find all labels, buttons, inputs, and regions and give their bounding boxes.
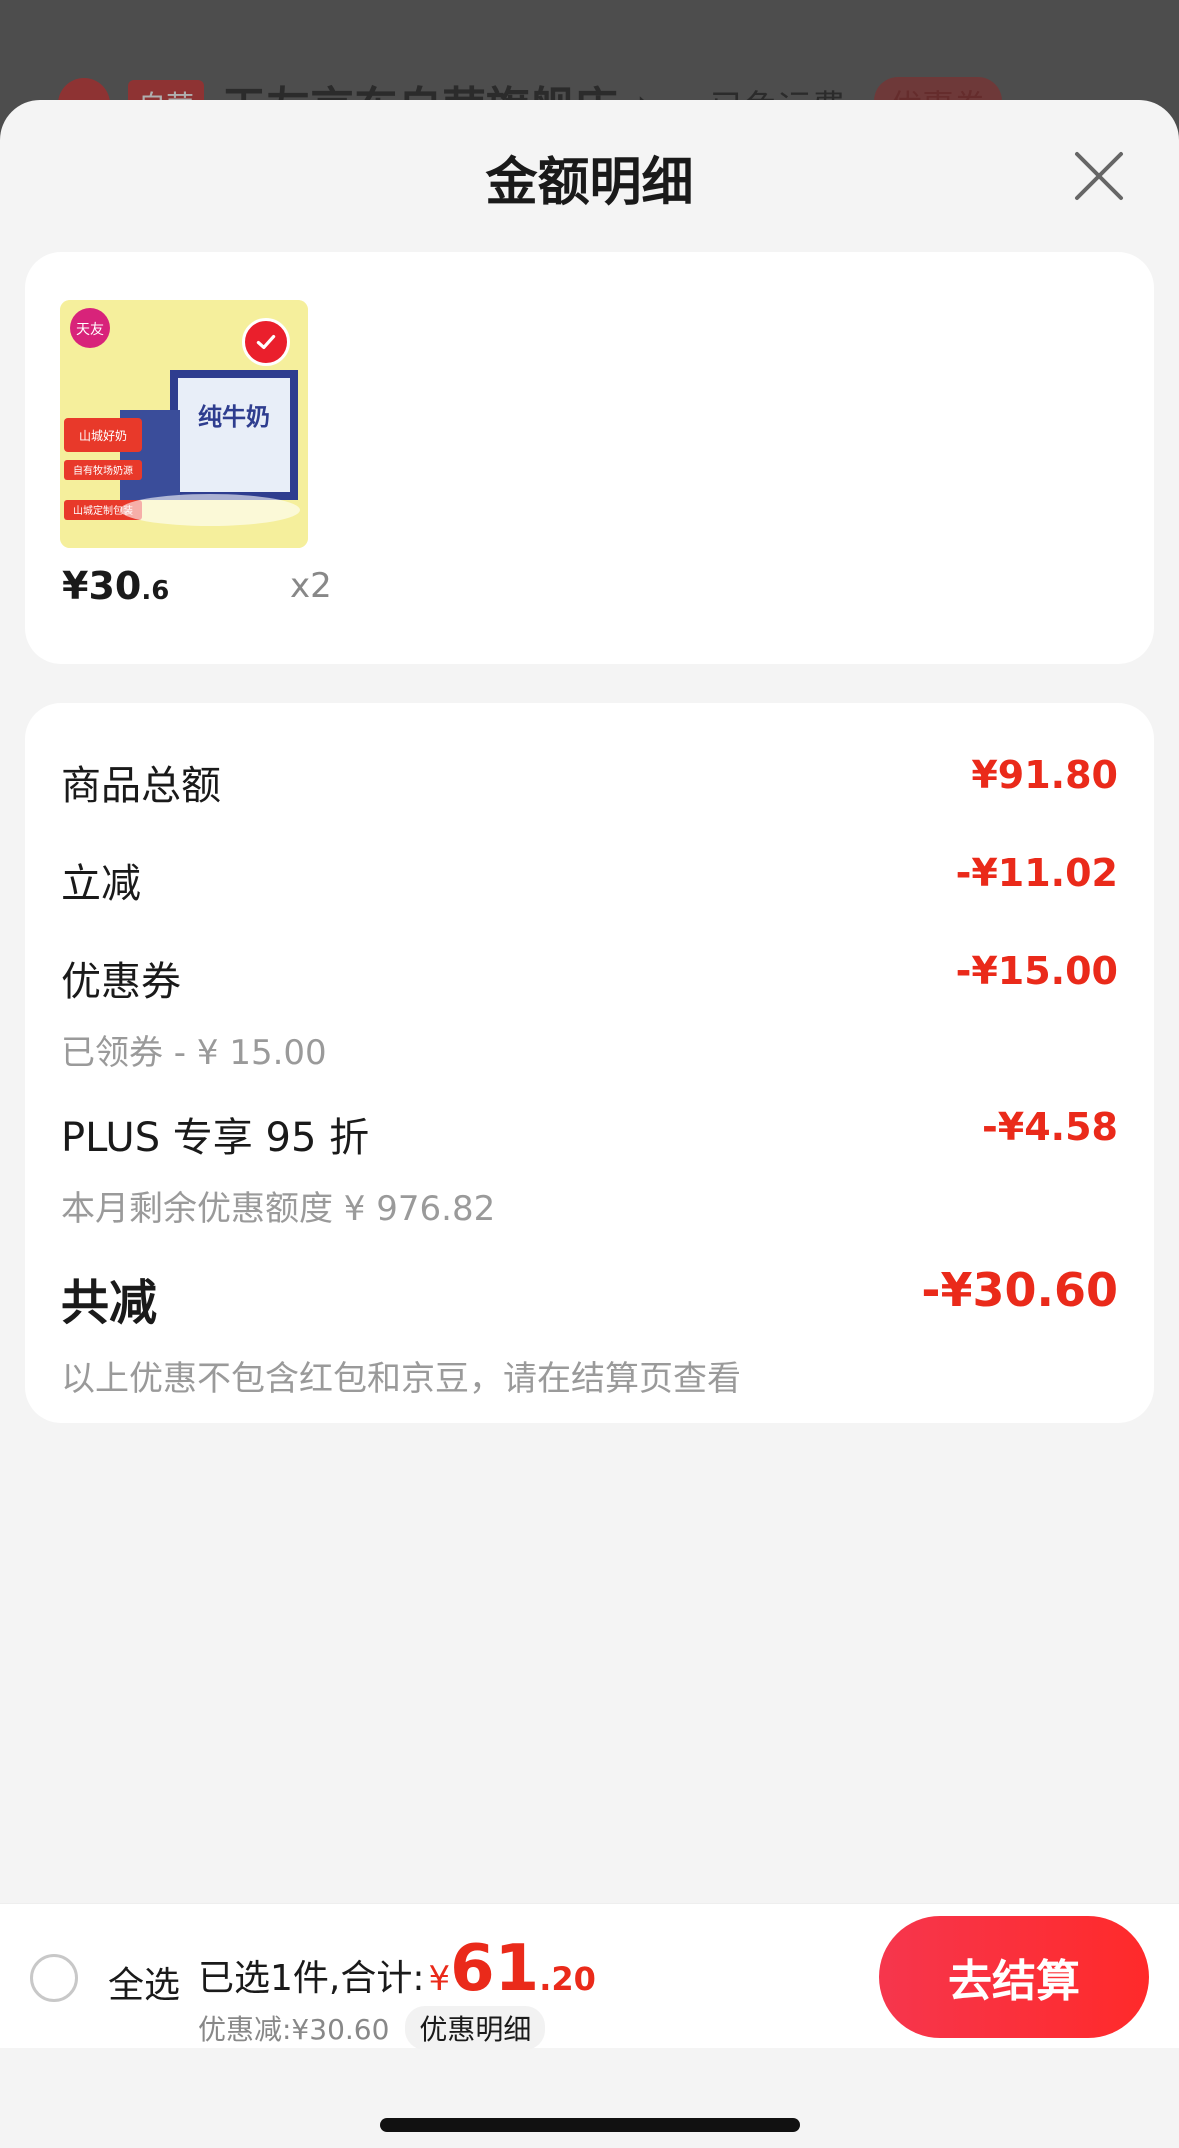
detail-row-coupon: 优惠券 -¥15.00 已领券 - ¥ 15.00 xyxy=(61,949,1118,1074)
detail-label: PLUS 专享 95 折 xyxy=(61,1115,370,1161)
detail-value: ¥91.80 xyxy=(971,753,1118,797)
product-price-dec: .6 xyxy=(141,576,170,606)
discount-text: 优惠减:¥30.60 xyxy=(198,2013,390,2046)
close-icon xyxy=(1075,152,1123,200)
checkout-button[interactable]: 去结算 xyxy=(879,1916,1149,2038)
discount-line: 优惠减:¥30.60 优惠明细 xyxy=(198,2006,546,2050)
product-quantity: x2 xyxy=(290,566,332,606)
total-dec: .20 xyxy=(539,1960,596,1998)
total-yen: ¥ xyxy=(428,1959,451,1999)
product-image[interactable]: 天友 纯牛奶 山城好奶 自有牧场奶源 山城定制包装 xyxy=(60,300,308,548)
detail-row-sum: 共减 -¥30.60 以上优惠不包含红包和京豆，请在结算页查看 xyxy=(61,1263,1118,1400)
svg-text:自有牧场奶源: 自有牧场奶源 xyxy=(73,464,133,477)
select-all-radio[interactable] xyxy=(30,1954,78,2002)
detail-row-total: 商品总额 ¥91.80 xyxy=(61,753,1118,811)
home-indicator xyxy=(380,2118,800,2132)
sheet-title: 金额明细 xyxy=(485,153,694,213)
detail-value: -¥15.00 xyxy=(955,949,1118,993)
svg-text:纯牛奶: 纯牛奶 xyxy=(198,403,270,431)
detail-value: -¥4.58 xyxy=(982,1105,1118,1149)
detail-row-plus: PLUS 专享 95 折 -¥4.58 本月剩余优惠额度 ¥ 976.82 xyxy=(61,1105,1118,1230)
svg-text:天友: 天友 xyxy=(76,322,104,338)
detail-sub: 以上优惠不包含红包和京豆，请在结算页查看 xyxy=(61,1359,741,1399)
discount-detail-button[interactable]: 优惠明细 xyxy=(405,2006,546,2050)
detail-row-instant: 立减 -¥11.02 xyxy=(61,851,1118,909)
total-int: 61 xyxy=(450,1932,540,2006)
selected-check-icon[interactable] xyxy=(242,318,290,366)
svg-text:山城好奶: 山城好奶 xyxy=(79,429,127,443)
detail-value: -¥30.60 xyxy=(921,1263,1118,1317)
selected-text: 已选1件,合计: xyxy=(198,1958,425,1999)
amount-detail-sheet: 金额明细 天友 纯牛奶 山城好奶 自有牧场奶源 山城定制包装 ¥30.6 x2 … xyxy=(0,100,1179,2148)
product-card: 天友 纯牛奶 山城好奶 自有牧场奶源 山城定制包装 ¥30.6 x2 xyxy=(25,252,1154,664)
select-all-label[interactable]: 全选 xyxy=(108,1956,180,2008)
detail-sub: 本月剩余优惠额度 ¥ 976.82 xyxy=(61,1189,496,1229)
product-price: ¥30.6 xyxy=(62,564,169,608)
price-detail-card: 商品总额 ¥91.80 立减 -¥11.02 优惠券 -¥15.00 已领券 -… xyxy=(25,703,1154,1423)
close-button[interactable] xyxy=(1071,148,1127,204)
detail-label: 商品总额 xyxy=(61,763,221,809)
total-summary: 已选1件,合计: ¥ 61 .20 xyxy=(198,1932,596,2006)
product-price-int: ¥30 xyxy=(62,564,142,608)
detail-value: -¥11.02 xyxy=(955,851,1118,895)
checkout-bar: 全选 已选1件,合计: ¥ 61 .20 优惠减:¥30.60 优惠明细 去结算 xyxy=(0,1903,1179,2050)
detail-sub: 已领券 - ¥ 15.00 xyxy=(61,1033,327,1073)
